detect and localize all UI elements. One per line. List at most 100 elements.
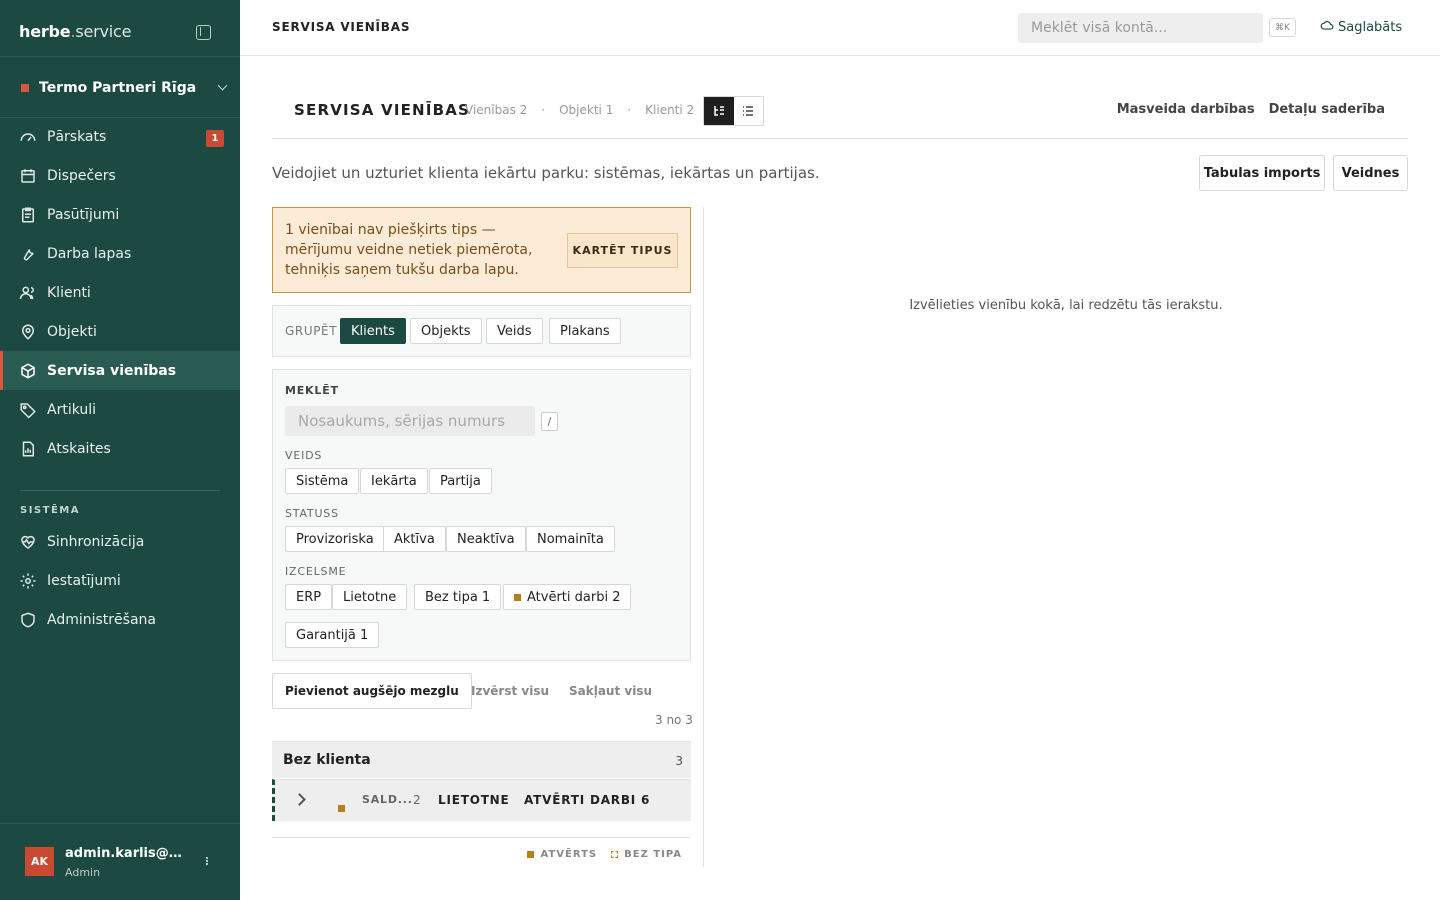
brand-logo[interactable]: herbe.service bbox=[19, 22, 131, 41]
nav-item-reports[interactable]: Atskaites bbox=[0, 429, 240, 468]
gauge-icon bbox=[19, 128, 37, 146]
nav-item-articles[interactable]: Artikuli bbox=[0, 390, 240, 429]
parts-compatibility-link[interactable]: Detaļu saderība bbox=[1269, 102, 1385, 117]
nav-label: Servisa vienības bbox=[47, 362, 177, 379]
unit-open-jobs-tag: ATVĒRTI DARBI 6 bbox=[524, 793, 651, 807]
global-search-input[interactable] bbox=[1018, 13, 1263, 43]
status-filter-inactive[interactable]: Neaktīva bbox=[446, 526, 526, 552]
type-filter-system[interactable]: Sistēma bbox=[285, 468, 360, 494]
templates-button[interactable]: Veidnes bbox=[1333, 155, 1408, 191]
highlight-filter-no-type[interactable]: Bez tipa 1 bbox=[414, 584, 502, 610]
status-filter-active[interactable]: Aktīva bbox=[383, 526, 446, 552]
nav-item-admin[interactable]: Administrēšana bbox=[0, 600, 240, 639]
nav-label: Klienti bbox=[47, 284, 91, 301]
highlight-filter-erp[interactable]: ERP bbox=[285, 584, 333, 610]
nav-item-orders[interactable]: Pasūtījumi bbox=[0, 195, 240, 234]
status-filter-replaced[interactable]: Nomainīta bbox=[526, 526, 615, 552]
highlight-filter-app[interactable]: Lietotne bbox=[332, 584, 408, 610]
org-color-icon bbox=[21, 83, 29, 92]
stat-clients: Klienti 2 bbox=[645, 103, 695, 117]
open-status-icon bbox=[338, 805, 345, 812]
type-filter-device[interactable]: Iekārta bbox=[360, 468, 428, 494]
list-view-button[interactable] bbox=[734, 97, 764, 125]
stat-separator: · bbox=[627, 103, 632, 117]
table-import-button[interactable]: Tabulas imports bbox=[1199, 155, 1325, 191]
nav-label: Sinhronizācija bbox=[47, 533, 145, 550]
open-status-icon bbox=[514, 593, 521, 601]
notification-badge: 1 bbox=[206, 130, 224, 147]
tree-group-header[interactable]: Bez klienta 3 bbox=[272, 741, 691, 778]
legend-item-no-type: BEZ TIPA bbox=[611, 849, 682, 860]
chip-label: Atvērti darbi 2 bbox=[527, 589, 621, 605]
shield-icon bbox=[19, 611, 37, 629]
nav-label: Dispečers bbox=[47, 167, 116, 184]
expand-all-button[interactable]: Izvērst visu bbox=[471, 673, 549, 709]
group-option-object[interactable]: Objekts bbox=[410, 318, 482, 344]
group-label: GRUPĒT bbox=[285, 324, 338, 338]
nav-item-objects[interactable]: Objekti bbox=[0, 312, 240, 351]
list-icon bbox=[743, 106, 754, 116]
group-count: 3 bbox=[675, 754, 683, 768]
nav-item-worksheets[interactable]: Darba lapas bbox=[0, 234, 240, 273]
warning-banner: 1 vienībai nav piešķirts tips — mērījumu… bbox=[272, 207, 691, 293]
wrench-icon bbox=[19, 245, 37, 263]
nav-item-sync[interactable]: Sinhronizācija bbox=[0, 522, 240, 561]
user-role: Admin bbox=[65, 866, 101, 879]
highlight-filter-label: IZCELSME bbox=[285, 565, 347, 578]
add-root-node-button[interactable]: Pievienot augšējo mezglu bbox=[272, 673, 472, 709]
saved-status[interactable]: Saglabāts bbox=[1320, 19, 1402, 35]
nav-label: Atskaites bbox=[47, 440, 111, 457]
stat-units: Vienības 2 bbox=[465, 103, 528, 117]
chevron-right-icon[interactable] bbox=[293, 793, 306, 806]
section-label-system: SISTĒMA bbox=[20, 505, 80, 516]
slash-shortcut-hint: / bbox=[541, 412, 558, 431]
cloud-check-icon bbox=[1320, 19, 1334, 35]
sidebar-collapse-icon[interactable] bbox=[196, 25, 211, 40]
map-types-button[interactable]: KARTĒT TIPUS bbox=[567, 233, 678, 268]
highlight-filter-open-jobs[interactable]: Atvērti darbi 2 bbox=[503, 584, 632, 610]
open-status-icon bbox=[527, 851, 535, 858]
tree-actions: Pievienot augšējo mezglu Izvērst visu Sa… bbox=[272, 673, 691, 709]
map-pin-icon bbox=[19, 323, 37, 341]
unit-name: SALD... bbox=[362, 793, 413, 806]
saved-label: Saglabāts bbox=[1338, 19, 1403, 35]
more-vertical-icon[interactable] bbox=[206, 857, 208, 865]
user-profile[interactable]: AK admin.karlis@herbe.lv Admin bbox=[0, 823, 240, 900]
group-option-flat[interactable]: Plakans bbox=[549, 318, 621, 344]
tree-row[interactable]: SALD... 2 LIETOTNE ATVĒRTI DARBI 6 bbox=[272, 779, 691, 821]
users-icon bbox=[19, 284, 37, 302]
nav-item-clients[interactable]: Klienti bbox=[0, 273, 240, 312]
legend-label: ATVĒRTS bbox=[540, 849, 598, 860]
header-divider bbox=[272, 138, 1408, 139]
nav-label: Pasūtījumi bbox=[47, 206, 120, 223]
group-option-client[interactable]: Klients bbox=[340, 318, 406, 344]
highlight-filter-warranty[interactable]: Garantijā 1 bbox=[285, 622, 380, 648]
status-filter-provisional[interactable]: Provizoriska bbox=[285, 526, 385, 552]
tag-icon bbox=[19, 401, 37, 419]
status-filter-label: STATUSS bbox=[285, 507, 339, 520]
shortcut-hint: ⌘K bbox=[1269, 18, 1296, 37]
tree-view-button[interactable] bbox=[704, 97, 734, 125]
tree-search-input[interactable] bbox=[285, 406, 535, 436]
group-option-type[interactable]: Veids bbox=[486, 318, 543, 344]
result-count: 3 no 3 bbox=[655, 713, 693, 727]
page-title: SERVISA VIENĪBAS bbox=[294, 101, 471, 119]
nav-item-dispatcher[interactable]: Dispečers bbox=[0, 156, 240, 195]
warning-text: 1 vienībai nav piešķirts tips — mērījumu… bbox=[285, 222, 533, 278]
nav-item-settings[interactable]: Iestatījumi bbox=[0, 561, 240, 600]
box-icon bbox=[19, 362, 37, 380]
user-name: admin.karlis@herbe.lv bbox=[65, 846, 190, 861]
gear-icon bbox=[19, 572, 37, 590]
stat-objects: Objekti 1 bbox=[559, 103, 614, 117]
type-filter-batch[interactable]: Partija bbox=[429, 468, 492, 494]
nav-item-service-units[interactable]: Servisa vienības bbox=[0, 351, 240, 390]
system-nav: Sinhronizācija Iestatījumi Administrēšan… bbox=[0, 522, 240, 639]
bulk-actions-link[interactable]: Masveida darbības bbox=[1117, 102, 1255, 117]
collapse-all-button[interactable]: Sakļaut visu bbox=[569, 673, 652, 709]
sidebar-divider bbox=[20, 490, 220, 491]
nav-item-overview[interactable]: Pārskats 1 bbox=[0, 117, 240, 156]
org-switcher[interactable]: Termo Partneri Rīga bbox=[0, 67, 240, 108]
nav-label: Pārskats bbox=[47, 128, 107, 145]
search-label: MEKLĒT bbox=[285, 384, 339, 397]
legend-label: BEZ TIPA bbox=[624, 849, 682, 860]
